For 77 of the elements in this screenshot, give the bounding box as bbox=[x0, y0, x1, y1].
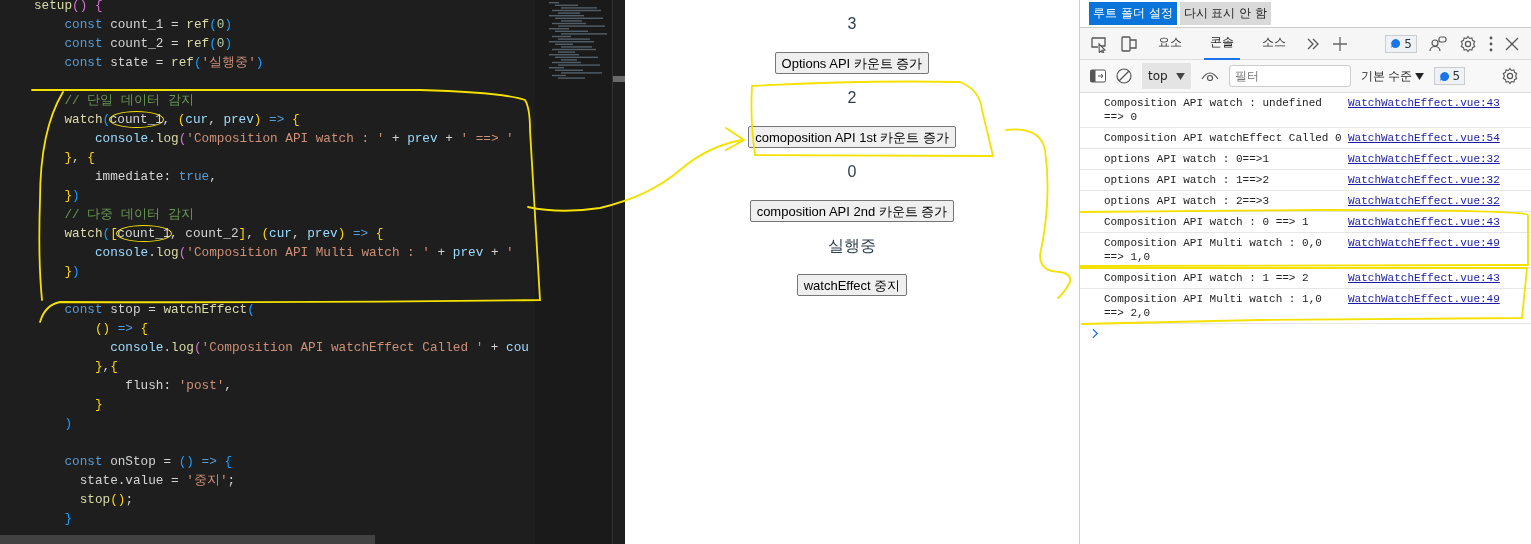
clear-icon[interactable] bbox=[1116, 68, 1132, 84]
source-link[interactable]: WatchWatchEffect.vue:54 bbox=[1348, 131, 1500, 145]
plus-icon[interactable] bbox=[1332, 35, 1348, 52]
eye-icon[interactable] bbox=[1200, 70, 1219, 82]
code-line: state.value = '중지'; bbox=[78, 472, 236, 490]
action-button[interactable]: watchEffect 중지 bbox=[796, 274, 908, 296]
device-icon[interactable] bbox=[1120, 34, 1138, 53]
value-text: 실행중 bbox=[828, 236, 876, 256]
action-button[interactable]: comoposition API 1st 카운트 증가 bbox=[748, 126, 956, 148]
devtools-tab[interactable]: 소스 bbox=[1256, 27, 1292, 60]
source-link[interactable]: WatchWatchEffect.vue:49 bbox=[1348, 236, 1500, 264]
settings-icon[interactable] bbox=[1459, 34, 1477, 53]
issues-badge[interactable]: 5 bbox=[1385, 34, 1417, 53]
level-dropdown[interactable]: 기본 수준 bbox=[1360, 67, 1424, 85]
code-line: // 단일 데이터 감지 bbox=[63, 92, 194, 110]
code-line: } bbox=[63, 510, 73, 528]
value-text: 0 bbox=[847, 162, 857, 182]
code-line: // 다중 데이터 감지 bbox=[63, 206, 194, 224]
action-button[interactable]: Options API 카운트 증가 bbox=[774, 52, 930, 74]
source-link[interactable]: WatchWatchEffect.vue:43 bbox=[1348, 215, 1500, 229]
action-button[interactable]: composition API 2nd 카운트 증가 bbox=[749, 200, 955, 222]
prompt-icon[interactable] bbox=[1092, 328, 1099, 339]
console-message: Composition API watchEffect Called 0 bbox=[1104, 131, 1342, 145]
code-line: setup() { bbox=[34, 0, 103, 15]
code-line: console.log('Composition API Multi watch : ' + prev + ' bbox=[93, 244, 514, 262]
value-text: 2 bbox=[847, 88, 857, 108]
notice-button[interactable]: 루트 폴더 설정 bbox=[1089, 2, 1177, 25]
code-line: () => { bbox=[93, 320, 149, 338]
code-line: watch([count_1, count_2], (cur, prev) => { bbox=[63, 224, 384, 243]
inspect-icon[interactable] bbox=[1090, 34, 1108, 53]
code-line: } bbox=[93, 396, 103, 414]
console-message: Composition API watch : 0 ==> 1 bbox=[1104, 215, 1310, 229]
console-message: options API watch : 1==>2 bbox=[1104, 173, 1271, 187]
code-line: console.log('Composition API watchEffect Called ' + cou bbox=[109, 339, 529, 357]
code-line: const count_2 = ref(0) bbox=[63, 35, 232, 53]
scrollbar-thumb[interactable] bbox=[0, 535, 375, 544]
notice-button[interactable]: 다시 표시 안 함 bbox=[1179, 2, 1272, 25]
sidebar-icon[interactable] bbox=[1090, 69, 1106, 83]
code-line: }) bbox=[63, 263, 80, 281]
messages-badge[interactable]: 5 bbox=[1433, 67, 1466, 85]
code-line: flush: 'post', bbox=[124, 377, 232, 395]
people-icon[interactable] bbox=[1429, 34, 1447, 53]
code-line: }, { bbox=[63, 149, 95, 167]
code-line: const state = ref('실행중') bbox=[63, 54, 264, 72]
source-link[interactable]: WatchWatchEffect.vue:32 bbox=[1348, 152, 1500, 166]
source-link[interactable]: WatchWatchEffect.vue:32 bbox=[1348, 194, 1500, 208]
code-line: watch(count_1, (cur, prev) => { bbox=[63, 110, 300, 129]
console-message: Composition API watch : 1 ==> 2 bbox=[1104, 271, 1310, 285]
code-line: ) bbox=[63, 415, 73, 433]
source-link[interactable]: WatchWatchEffect.vue:43 bbox=[1348, 96, 1500, 124]
chevron-icon[interactable] bbox=[1306, 36, 1320, 51]
code-line: console.log('Composition API watch : ' + prev + ' ==> ' bbox=[93, 130, 514, 148]
caret-icon bbox=[1175, 72, 1185, 80]
code-line: const count_1 = ref(0) bbox=[63, 16, 232, 34]
more-icon[interactable] bbox=[1489, 35, 1493, 52]
close-icon[interactable] bbox=[1505, 36, 1519, 51]
context-dropdown[interactable]: top bbox=[1142, 63, 1191, 89]
code-line: const onStop = () => { bbox=[63, 453, 232, 471]
console-message: Composition API watch : undefined ==> 0 bbox=[1104, 96, 1323, 124]
console-message: options API watch : 0==>1 bbox=[1104, 152, 1271, 166]
code-line: stop(); bbox=[78, 491, 133, 509]
console-message: Composition API Multi watch : 0,0 ==> 1,0 bbox=[1104, 236, 1323, 264]
filter-field[interactable]: 필터 bbox=[1228, 65, 1351, 87]
source-link[interactable]: WatchWatchEffect.vue:32 bbox=[1348, 173, 1500, 187]
source-link[interactable]: WatchWatchEffect.vue:43 bbox=[1348, 271, 1500, 285]
code-line: },{ bbox=[93, 358, 118, 376]
value-text: 3 bbox=[847, 14, 857, 34]
code-line: immediate: true, bbox=[93, 168, 217, 186]
console-message: options API watch : 2==>3 bbox=[1104, 194, 1271, 208]
settings-icon[interactable] bbox=[1501, 67, 1519, 85]
code-line: }) bbox=[63, 187, 80, 205]
code-line: const stop = watchEffect( bbox=[63, 301, 255, 319]
source-link[interactable]: WatchWatchEffect.vue:49 bbox=[1348, 292, 1500, 320]
caret-icon bbox=[1414, 72, 1424, 80]
scrollbar-thumb[interactable] bbox=[613, 76, 625, 82]
devtools-tab[interactable]: 요소 bbox=[1152, 27, 1188, 60]
console-message: Composition API Multi watch : 1,0 ==> 2,0 bbox=[1104, 292, 1323, 320]
